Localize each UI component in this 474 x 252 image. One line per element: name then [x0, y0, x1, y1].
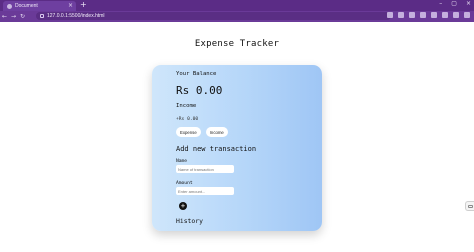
amount-input[interactable] [176, 187, 234, 195]
page-title: Expense Tracker [194, 39, 280, 49]
extension-icon[interactable] [409, 12, 415, 18]
share-icon[interactable] [387, 12, 393, 18]
add-transaction-button[interactable]: + [179, 202, 187, 210]
site-info-icon[interactable] [40, 14, 44, 18]
balance-label: Your Balance [176, 71, 217, 77]
profile-icon[interactable] [453, 12, 459, 18]
menu-icon[interactable] [464, 12, 470, 18]
amount-label: Amount [176, 181, 193, 186]
income-value: +Rs 0.00 [176, 117, 199, 122]
browser-tab[interactable]: Document × [3, 1, 76, 11]
type-toggle: Expense Income [176, 127, 228, 137]
back-button[interactable]: ← [0, 13, 9, 20]
maximize-button[interactable]: ▢ [451, 1, 457, 7]
history-heading: History [176, 217, 203, 225]
tab-title: Document [15, 3, 38, 9]
favicon-icon [7, 3, 12, 9]
income-button[interactable]: Income [205, 127, 228, 137]
expense-card: Your Balance Rs 0.00 Income +Rs 0.00 Exp… [152, 65, 322, 231]
income-label: Income [176, 103, 197, 109]
toolbar-icons [387, 12, 470, 18]
name-label: Name [176, 159, 188, 164]
forward-button[interactable]: → [9, 13, 18, 20]
browser-toolbar: ← → ↻ 127.0.0.1:5500/index.html [0, 11, 474, 22]
new-tab-button[interactable]: + [80, 1, 87, 9]
tab-bar: Document × + – ▢ × [0, 0, 474, 11]
tab-close-icon[interactable]: × [68, 3, 73, 9]
minimize-button[interactable]: – [439, 1, 442, 7]
name-input[interactable] [176, 165, 234, 173]
downloads-icon[interactable] [431, 12, 437, 18]
balance-value: Rs 0.00 [176, 84, 223, 97]
side-panel-icon[interactable] [465, 201, 474, 211]
bookmark-star-icon[interactable] [398, 12, 404, 18]
puzzle-icon[interactable] [420, 12, 426, 18]
url-text: 127.0.0.1:5500/index.html [47, 13, 105, 19]
sidebar-icon[interactable] [442, 12, 448, 18]
reload-button[interactable]: ↻ [18, 13, 27, 20]
expense-button[interactable]: Expense [176, 127, 201, 137]
add-transaction-heading: Add new transaction [176, 145, 257, 153]
close-window-button[interactable]: × [466, 1, 471, 7]
address-bar[interactable]: 127.0.0.1:5500/index.html [36, 12, 391, 20]
window-controls: – ▢ × [439, 1, 471, 7]
